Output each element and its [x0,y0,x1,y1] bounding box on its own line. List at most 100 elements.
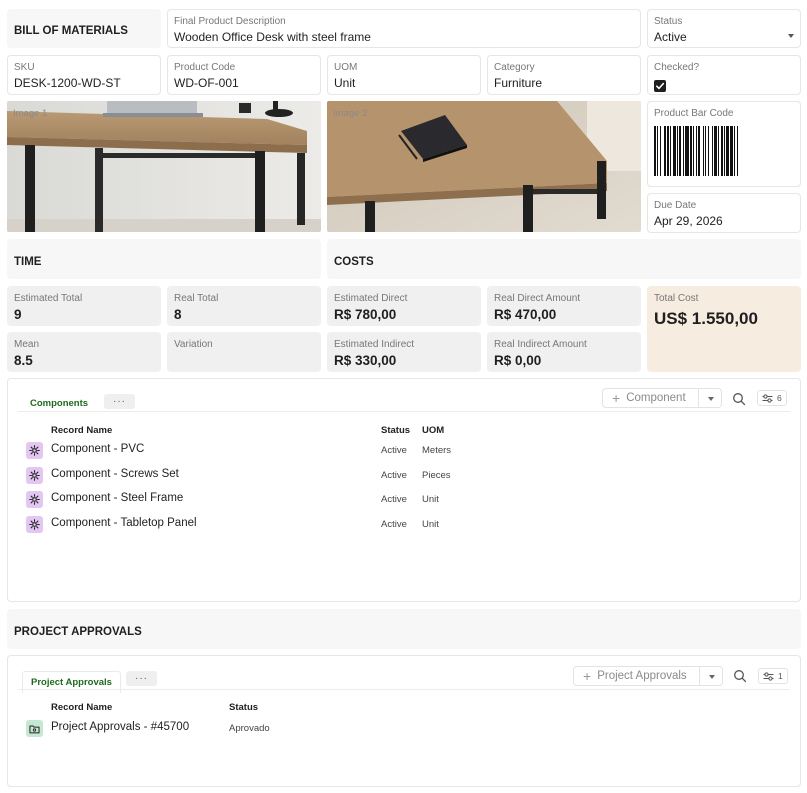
filter-count: 1 [778,671,783,681]
real-direct-amount-field: Real Direct Amount R$ 470,00 [487,286,641,326]
record-name-link[interactable]: Component - PVC [51,443,144,455]
plus-icon: + [612,390,621,406]
product-image-2[interactable]: Image 2 [327,101,641,232]
field-label: Real Indirect Amount [494,339,587,350]
row-uom: Unit [422,519,439,531]
field-value: 9 [14,307,22,322]
total-cost-field: Total Cost US$ 1.550,00 [647,286,801,372]
project-approvals-panel: Project Approvals ··· + Project Approval… [7,655,801,787]
mean-field: Mean 8.5 [7,332,161,372]
checked-field: Checked? [647,55,801,95]
field-label: Real Total [174,293,219,304]
uom-field[interactable]: UOM Unit [327,55,481,95]
add-button-label: Component [626,392,686,404]
field-value: R$ 330,00 [334,353,397,368]
record-name-link[interactable]: Component - Tabletop Panel [51,517,197,529]
record-name-link[interactable]: Component - Screws Set [51,468,179,480]
checkmark-icon [656,82,665,90]
page-title-card: BILL OF MATERIALS [7,9,161,48]
column-header-uom[interactable]: UOM [422,425,444,436]
gear-icon [26,466,43,484]
product-image-1[interactable]: Image 1 [7,101,321,232]
row-uom: Unit [422,494,439,506]
field-value: Wooden Office Desk with steel frame [174,30,371,44]
checkbox[interactable] [654,80,666,92]
add-project-approval-button[interactable]: + Project Approvals [573,666,723,686]
real-indirect-amount-field: Real Indirect Amount R$ 0,00 [487,332,641,372]
estimated-total-field: Estimated Total 9 [7,286,161,326]
filter-button[interactable]: 6 [757,390,787,406]
field-label: Final Product Description [174,16,286,27]
tab-divider [18,689,790,690]
desk-photo-1 [7,101,321,232]
add-component-button[interactable]: + Component [602,388,722,408]
field-value: R$ 0,00 [494,353,542,368]
sku-field[interactable]: SKU DESK-1200-WD-ST [7,55,161,95]
record-name-link[interactable]: Component - Steel Frame [51,492,183,504]
column-header-status[interactable]: Status [381,425,410,436]
field-label: SKU [14,62,35,73]
chevron-down-icon[interactable] [708,397,714,401]
chevron-down-icon[interactable] [709,675,715,679]
sliders-icon [763,671,774,681]
section-title: COSTS [334,256,374,268]
field-value: R$ 780,00 [334,307,397,322]
field-value: US$ 1.550,00 [654,309,758,328]
column-header-status[interactable]: Status [229,702,258,713]
plus-icon: + [583,668,592,684]
field-label: Real Direct Amount [494,293,581,304]
tab-divider [18,411,790,412]
chevron-down-icon [788,34,794,38]
final-product-description-field[interactable]: Final Product Description Wooden Office … [167,9,641,48]
category-field[interactable]: Category Furniture [487,55,641,95]
product-code-field[interactable]: Product Code WD-OF-001 [167,55,321,95]
estimated-direct-field: Estimated Direct R$ 780,00 [327,286,481,326]
desk-photo-2 [327,101,641,232]
row-uom: Meters [422,445,452,456]
field-value: Unit [334,76,356,90]
product-bar-code-field: Product Bar Code [647,101,801,187]
column-header-record-name[interactable]: Record Name [51,702,112,713]
search-icon[interactable] [731,391,747,407]
real-total-field: Real Total 8 [167,286,321,326]
gear-icon [26,516,43,534]
tab-more-button[interactable]: ··· [104,394,135,409]
field-label: Due Date [654,200,697,211]
gear-icon [26,491,43,509]
field-value: WD-OF-001 [174,76,239,90]
image-label: Image 2 [333,108,368,119]
field-label: Estimated Indirect [334,339,415,350]
search-icon[interactable] [732,668,748,684]
tab-more-button[interactable]: ··· [126,671,157,686]
image-label: Image 1 [13,108,48,119]
filter-button[interactable]: 1 [758,668,788,684]
field-label: Status [654,16,683,27]
page-title: BILL OF MATERIALS [14,25,128,37]
field-label: Product Code [174,62,236,73]
folder-icon [26,720,43,737]
record-name-link[interactable]: Project Approvals - #45700 [51,721,189,733]
costs-section-header: COSTS [327,239,801,279]
field-label: Category [494,62,535,73]
field-value: Active [654,30,687,44]
field-value: Furniture [494,76,543,90]
field-label: Mean [14,339,40,350]
column-header-record-name[interactable]: Record Name [51,425,112,436]
button-separator [699,667,700,685]
field-value: Apr 29, 2026 [654,214,723,228]
due-date-field[interactable]: Due Date Apr 29, 2026 [647,193,801,233]
button-separator [698,389,699,407]
tab-components[interactable]: Components [22,393,97,416]
add-button-label: Project Approvals [597,670,687,682]
barcode-bar [738,126,739,176]
field-label: Variation [174,339,213,350]
project-approvals-section-header: PROJECT APPROVALS [7,609,801,649]
field-label: Estimated Total [14,293,83,304]
field-value: 8 [174,307,182,322]
variation-field: Variation [167,332,321,372]
sliders-icon [762,393,773,403]
field-label: Checked? [654,62,700,73]
field-label: Estimated Direct [334,293,408,304]
status-select[interactable]: Status Active [647,9,801,48]
row-status: Aprovado [229,723,270,734]
